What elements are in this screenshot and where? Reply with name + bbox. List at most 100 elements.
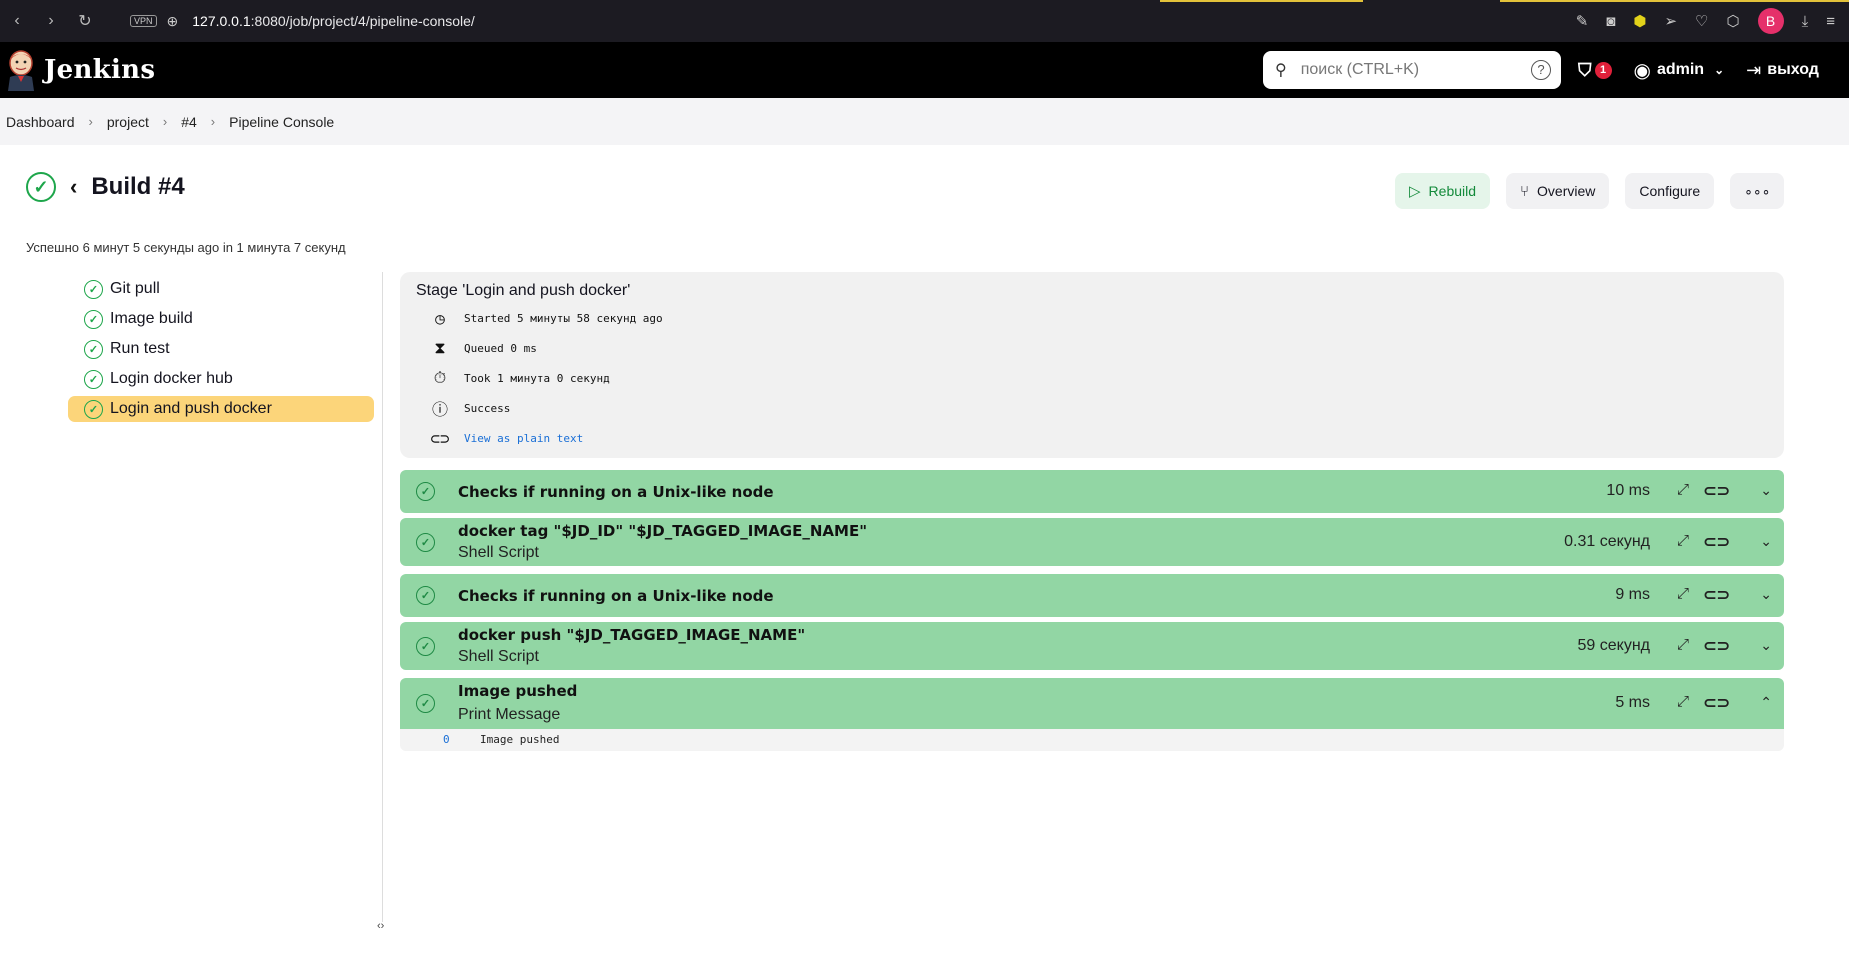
started-text: Started 5 минуты 58 секунд ago: [464, 311, 663, 325]
link-icon[interactable]: ⊂⊃: [1703, 481, 1730, 501]
expand-icon[interactable]: ⤢: [1677, 532, 1689, 549]
info-icon: ⓘ: [431, 400, 448, 419]
step-duration: 9 ms: [1615, 586, 1650, 603]
breadcrumb-build[interactable]: #4: [181, 114, 197, 130]
forward-icon[interactable]: ›: [34, 12, 68, 30]
link-icon[interactable]: ⊂⊃: [1703, 636, 1730, 656]
success-check-icon: ✓: [84, 339, 103, 359]
plain-text-row: ⊂⊃ View as plain text: [430, 428, 583, 448]
stage-item[interactable]: ✓ Git pull: [68, 276, 374, 302]
send-icon[interactable]: ➢: [1664, 12, 1677, 30]
expand-icon[interactable]: ⤢: [1677, 693, 1689, 710]
stage-item[interactable]: ✓ Image build: [68, 306, 374, 332]
step-duration: 59 секунд: [1577, 637, 1651, 654]
edit-icon[interactable]: ✎: [1576, 12, 1589, 30]
stage-label: Login and push docker: [110, 400, 272, 417]
breadcrumb-dashboard[interactable]: Dashboard: [6, 114, 75, 130]
breadcrumb-pipeline-console[interactable]: Pipeline Console: [229, 114, 334, 130]
browser-toolbar: ‹ › ↻ VPN ⊕ 127.0.0.1:8080/job/project/4…: [0, 0, 1849, 42]
success-check-icon: ✓: [84, 309, 103, 329]
step-row[interactable]: ✓ Checks if running on a Unix-like node …: [400, 574, 1784, 617]
expand-icon[interactable]: ⤢: [1677, 636, 1689, 653]
step-title: docker push "$JD_TAGGED_IMAGE_NAME": [458, 626, 806, 644]
expand-icon[interactable]: ⤢: [1677, 585, 1689, 602]
queued-text: Queued 0 ms: [464, 341, 537, 355]
download-icon[interactable]: ⤓: [1802, 13, 1809, 30]
chevron-down-icon[interactable]: ⌄: [1760, 533, 1772, 550]
security-badge[interactable]: 1: [1594, 61, 1612, 79]
logout-link[interactable]: выход: [1767, 61, 1819, 79]
stage-item-selected[interactable]: ✓ Login and push docker: [68, 396, 374, 422]
status-row: ⓘ Success: [430, 398, 511, 419]
log-line-number[interactable]: 0: [443, 733, 450, 746]
step-duration: 0.31 секунд: [1564, 533, 1650, 550]
step-subtitle: Print Message: [458, 706, 561, 723]
heart-icon[interactable]: ♡: [1695, 12, 1708, 30]
build-actions: ▷ Rebuild ⑂ Overview Configure ∘∘∘: [1395, 173, 1785, 209]
success-check-icon: ✓: [416, 637, 435, 656]
menu-icon[interactable]: ≡: [1826, 13, 1835, 30]
camera-icon[interactable]: ◙: [1606, 13, 1615, 30]
breadcrumb-project[interactable]: project: [107, 114, 149, 130]
success-check-icon: ✓: [26, 172, 56, 202]
search-input[interactable]: поиск (CTRL+K): [1301, 61, 1419, 79]
profile-avatar[interactable]: B: [1757, 8, 1784, 34]
link-icon[interactable]: ⊂⊃: [1703, 532, 1730, 552]
search-icon: ⚲: [1275, 62, 1287, 79]
step-row[interactable]: ✓ Checks if running on a Unix-like node …: [400, 470, 1784, 513]
chevron-down-icon[interactable]: ⌄: [1760, 586, 1772, 603]
stage-item[interactable]: ✓ Login docker hub: [68, 366, 374, 392]
step-title: Checks if running on a Unix-like node: [458, 587, 774, 605]
chevron-down-icon[interactable]: ⌄: [1714, 63, 1724, 77]
user-menu[interactable]: admin: [1657, 61, 1704, 79]
globe-icon[interactable]: ⊕: [167, 13, 179, 30]
success-check-icon: ✓: [84, 279, 103, 299]
chevron-down-icon[interactable]: ⌄: [1760, 482, 1772, 499]
resize-handle-icon[interactable]: ‹›: [377, 920, 384, 932]
help-icon[interactable]: ?: [1531, 60, 1551, 80]
step-row[interactable]: ✓ docker tag "$JD_ID" "$JD_TAGGED_IMAGE_…: [400, 518, 1784, 566]
jenkins-logo[interactable]: Jenkins: [6, 49, 155, 91]
link-icon[interactable]: ⊂⊃: [1703, 585, 1730, 605]
success-check-icon: ✓: [416, 482, 435, 501]
breadcrumb: Dashboard › project › #4 › Pipeline Cons…: [0, 98, 1849, 145]
logout-icon[interactable]: ⇥: [1746, 60, 1761, 81]
pane-divider[interactable]: [382, 272, 383, 922]
url-path: :8080/job/project/4/pipeline-console/: [250, 13, 475, 29]
log-line-text: Image pushed: [480, 733, 560, 746]
stage-detail-panel: Stage 'Login and push docker' ◷ Started …: [400, 272, 1784, 458]
brand-name: Jenkins: [44, 55, 156, 85]
chevron-down-icon[interactable]: ⌄: [1760, 637, 1772, 654]
step-row-expanded[interactable]: ✓ Image pushed Print Message 5 ms ⤢ ⊂⊃ ⌃: [400, 678, 1784, 729]
branch-icon: ⑂: [1520, 182, 1530, 200]
view-plain-text-link[interactable]: View as plain text: [464, 432, 583, 445]
step-row[interactable]: ✓ docker push "$JD_TAGGED_IMAGE_NAME" Sh…: [400, 622, 1784, 670]
overview-button[interactable]: ⑂ Overview: [1506, 173, 1610, 209]
user-icon[interactable]: ◉: [1634, 58, 1651, 83]
expand-icon[interactable]: ⤢: [1677, 481, 1689, 498]
stage-item[interactable]: ✓ Run test: [68, 336, 374, 362]
security-shield-icon[interactable]: ⛉: [1578, 60, 1592, 81]
stage-label: Login docker hub: [110, 370, 233, 387]
search-box[interactable]: ⚲ поиск (CTRL+K) ?: [1263, 51, 1561, 89]
shield-extension-icon[interactable]: ⬢: [1633, 12, 1646, 30]
vpn-badge[interactable]: VPN: [130, 15, 157, 27]
step-title: Checks if running on a Unix-like node: [458, 483, 774, 501]
success-check-icon: ✓: [84, 369, 103, 389]
step-duration: 5 ms: [1615, 694, 1650, 711]
more-actions-button[interactable]: ∘∘∘: [1730, 173, 1785, 209]
configure-button[interactable]: Configure: [1625, 173, 1715, 209]
back-icon[interactable]: ‹: [0, 12, 34, 30]
jenkins-header: Jenkins ⚲ поиск (CTRL+K) ? ⛉ 1 ◉ admin ⌄…: [0, 42, 1849, 98]
stage-label: Git pull: [110, 280, 160, 297]
success-check-icon: ✓: [416, 533, 435, 552]
rebuild-button[interactable]: ▷ Rebuild: [1395, 173, 1491, 209]
status-text: Success: [464, 401, 511, 415]
reload-icon[interactable]: ↻: [68, 11, 102, 31]
cube-icon[interactable]: ⬡: [1726, 12, 1739, 30]
back-chevron-icon[interactable]: ‹: [70, 174, 77, 200]
started-row: ◷ Started 5 минуты 58 секунд ago: [430, 308, 663, 328]
chevron-up-icon[interactable]: ⌃: [1760, 694, 1772, 711]
link-icon[interactable]: ⊂⊃: [1703, 693, 1730, 713]
address-bar[interactable]: 127.0.0.1:8080/job/project/4/pipeline-co…: [192, 13, 475, 29]
